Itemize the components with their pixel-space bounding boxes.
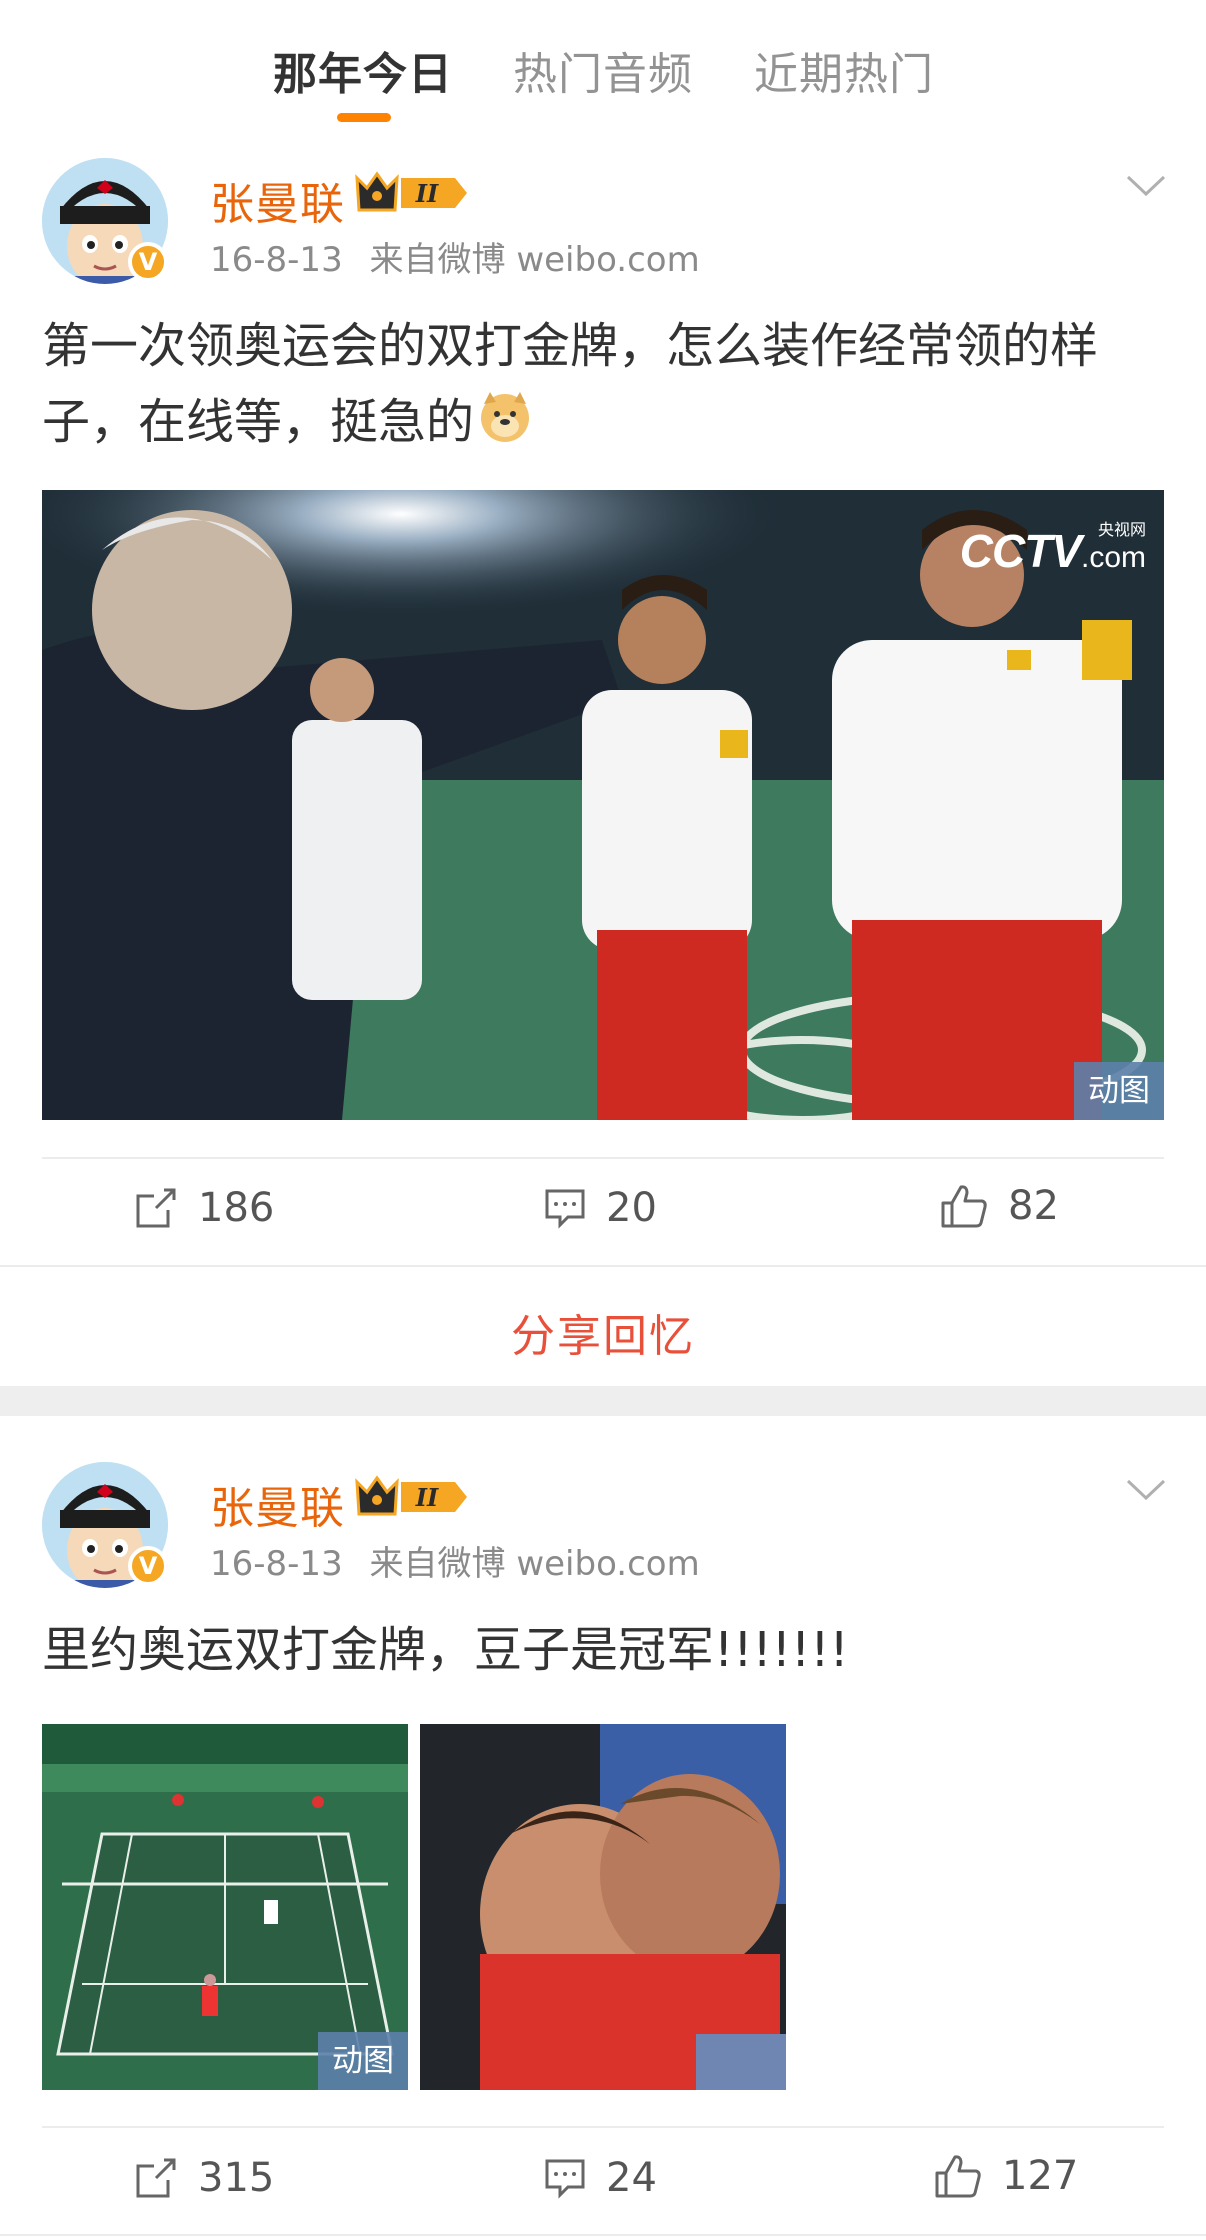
divider: [0, 1265, 1206, 1267]
repost-button[interactable]: 315: [134, 2148, 274, 2208]
svg-text:II: II: [415, 1483, 439, 1512]
verified-badge: V: [128, 1546, 168, 1586]
post-gif-image[interactable]: 动图: [42, 1724, 408, 2090]
like-count: 82: [1008, 1183, 1059, 1229]
thumbs-up-icon: [935, 2155, 981, 2198]
feed-gap: [0, 1386, 1206, 1416]
tab-recent-hot[interactable]: 近期热门: [754, 38, 934, 102]
share-memory-button[interactable]: 分享回忆: [0, 1300, 1206, 1364]
gif-tag: 动图: [318, 2032, 408, 2090]
chevron-down-icon[interactable]: [1125, 174, 1167, 198]
like-button[interactable]: 127: [934, 2146, 1078, 2206]
repost-icon: [136, 1188, 176, 1228]
username[interactable]: 张曼联: [210, 1472, 345, 1536]
comment-icon: [545, 2159, 585, 2199]
post-text: 里约奥运双打金牌，豆子是冠军!!!!!!!: [42, 1622, 849, 1678]
divider: [0, 2234, 1206, 2236]
repost-icon: [136, 2158, 176, 2198]
divider: [42, 2126, 1164, 2128]
svg-text:II: II: [415, 179, 439, 208]
gif-tag: 动图: [1074, 1062, 1164, 1120]
post-source[interactable]: 来自微博 weibo.com: [370, 1544, 700, 1584]
tab-bar: 那年今日 热门音频 近期热门: [0, 0, 1206, 140]
post-gif-image[interactable]: CCTV.com 央视网 动图: [42, 490, 1164, 1120]
like-count: 127: [1002, 2153, 1079, 2199]
repost-count: 315: [198, 2155, 275, 2201]
repost-count: 186: [198, 1185, 275, 1231]
comment-count: 20: [606, 1185, 657, 1231]
tab-on-this-day[interactable]: 那年今日: [273, 38, 453, 102]
post-source[interactable]: 来自微博 weibo.com: [370, 240, 700, 280]
post-text: 第一次领奥运会的双打金牌，怎么装作经常领的样子，在线等，挺急的: [42, 308, 1172, 466]
players-hugging-image: [420, 1724, 786, 2090]
like-button[interactable]: 82: [940, 1176, 1059, 1236]
post-timestamp: 16-8-13: [210, 240, 343, 280]
post-image[interactable]: [420, 1724, 786, 2090]
verified-badge: V: [128, 242, 168, 282]
username[interactable]: 张曼联: [210, 168, 345, 232]
cctv-watermark: CCTV.com 央视网: [959, 522, 1146, 577]
repost-button[interactable]: 186: [134, 1178, 274, 1238]
post-card: V 张曼联 II 16-8-13 来自微博 weibo.com 第一次领奥运会的…: [0, 140, 1206, 1386]
chevron-down-icon[interactable]: [1125, 1478, 1167, 1502]
post-card: V 张曼联 II 16-8-13 来自微博 weibo.com 里约奥运双打金牌…: [0, 1416, 1206, 2240]
divider: [42, 1157, 1164, 1159]
post-meta: 16-8-13 来自微博 weibo.com: [210, 232, 700, 281]
medal-ceremony-image: [42, 490, 1164, 1120]
doge-emoji-icon: [478, 390, 532, 466]
comment-button[interactable]: 20: [544, 1178, 657, 1238]
tab-hot-audio[interactable]: 热门音频: [513, 38, 693, 102]
member-crown-icon[interactable]: II: [355, 170, 471, 216]
member-crown-icon[interactable]: II: [355, 1474, 471, 1520]
post-timestamp: 16-8-13: [210, 1544, 343, 1584]
comment-icon: [545, 1189, 585, 1229]
active-tab-indicator: [337, 113, 391, 122]
comment-count: 24: [606, 2155, 657, 2201]
thumbs-up-icon: [941, 1185, 987, 1228]
comment-button[interactable]: 24: [544, 2148, 657, 2208]
post-meta: 16-8-13 来自微博 weibo.com: [210, 1536, 700, 1585]
